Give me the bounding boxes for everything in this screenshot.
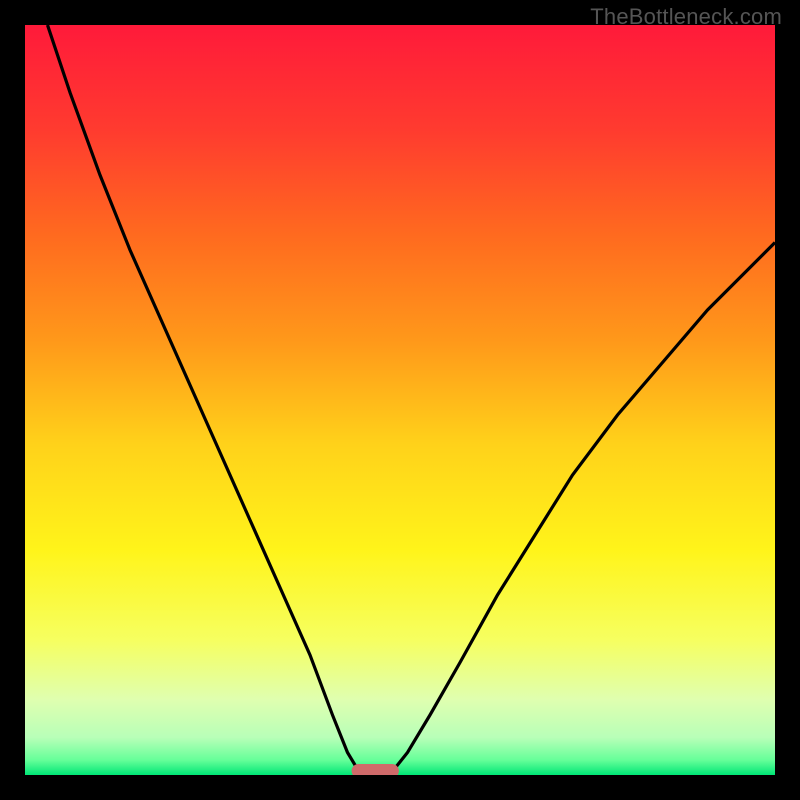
watermark-text: TheBottleneck.com — [590, 4, 782, 30]
plot-area — [25, 25, 775, 775]
chart-frame: TheBottleneck.com — [0, 0, 800, 800]
background-gradient — [25, 25, 775, 775]
chart-svg — [25, 25, 775, 775]
bottom-capsule-marker — [352, 764, 399, 775]
